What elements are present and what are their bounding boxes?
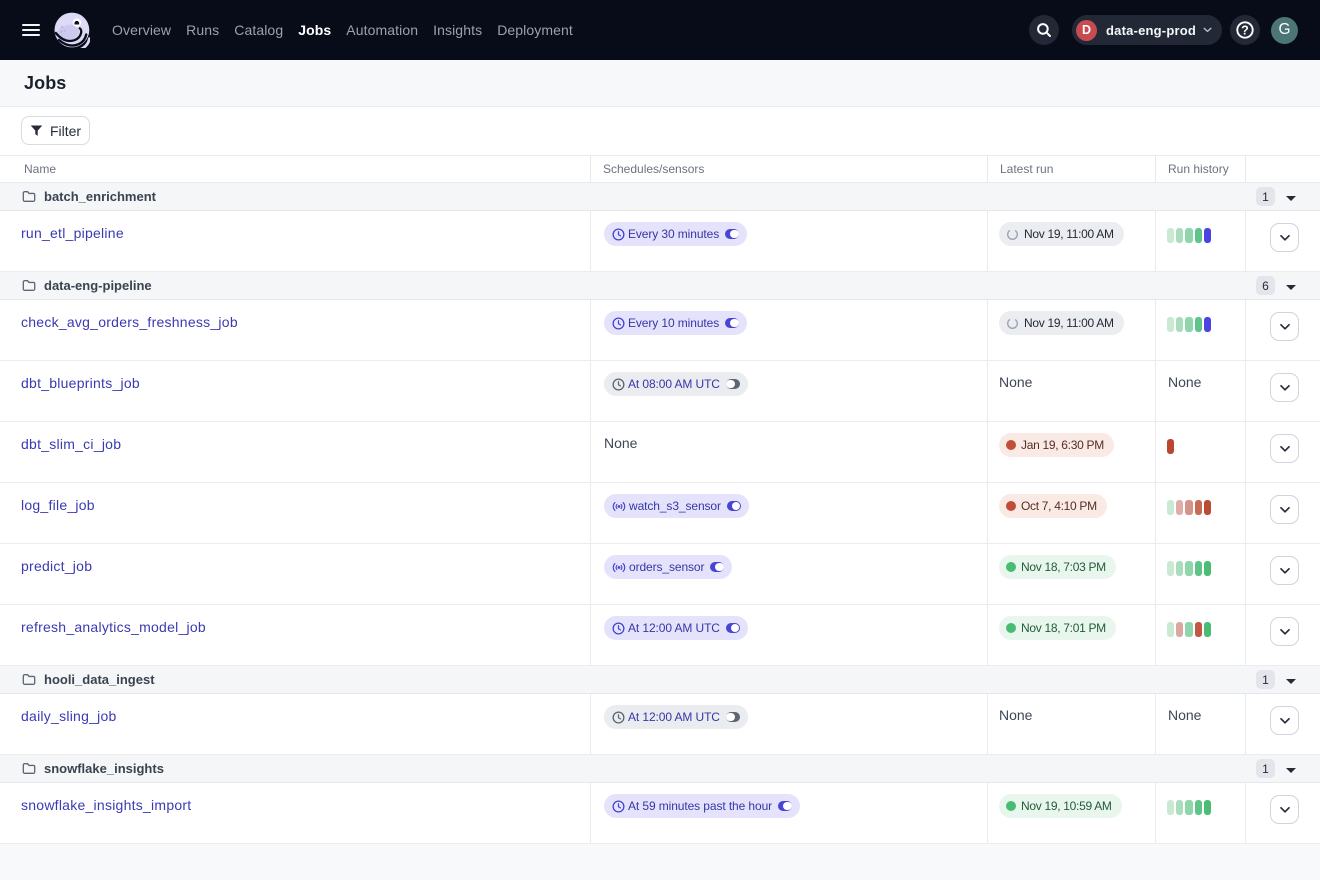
svg-text:?: ? xyxy=(1241,24,1249,38)
